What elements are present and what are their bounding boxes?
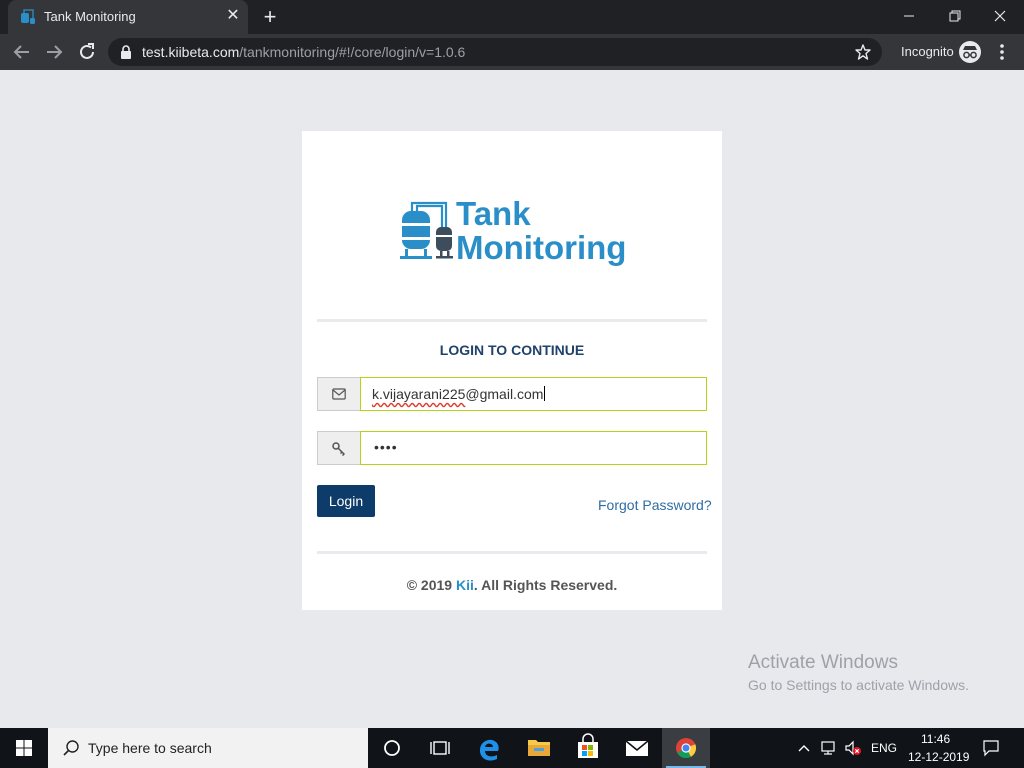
- browser-toolbar: test.kiibeta.com/tankmonitoring/#!/core/…: [0, 34, 1024, 70]
- logo-text-monitoring: Monitoring: [456, 229, 627, 266]
- notifications-icon[interactable]: [982, 739, 1000, 757]
- windows-start-icon[interactable]: [0, 728, 48, 768]
- address-bar[interactable]: test.kiibeta.com/tankmonitoring/#!/core/…: [108, 38, 882, 66]
- password-input-group: ••••: [317, 431, 707, 465]
- back-arrow-icon[interactable]: [10, 40, 34, 64]
- tank-monitoring-logo: Tank Monitoring: [396, 195, 636, 271]
- forgot-password-link[interactable]: Forgot Password?: [598, 497, 712, 513]
- minimize-icon[interactable]: [888, 4, 928, 28]
- language-indicator[interactable]: ENG: [871, 741, 897, 755]
- close-window-icon[interactable]: [980, 4, 1020, 28]
- envelope-icon: [332, 388, 346, 400]
- file-explorer-icon[interactable]: [515, 728, 563, 768]
- windows-taskbar: Type here to search ENG 11:46 12-12-2019: [0, 728, 1024, 768]
- clock-date[interactable]: 12-12-2019: [908, 750, 969, 764]
- incognito-icon[interactable]: [958, 40, 982, 64]
- tray-chevron-up-icon[interactable]: [796, 740, 812, 756]
- logo-text-tank: Tank: [456, 195, 531, 232]
- mail-icon[interactable]: [613, 728, 661, 768]
- email-addon: [317, 377, 360, 411]
- bottom-divider: [317, 551, 707, 554]
- url-text: test.kiibeta.com/tankmonitoring/#!/core/…: [142, 44, 466, 60]
- forward-arrow-icon[interactable]: [42, 40, 66, 64]
- tank-favicon-icon: [21, 9, 35, 24]
- tab-title: Tank Monitoring: [44, 9, 136, 24]
- tank-logo-icon: [398, 201, 454, 259]
- login-button[interactable]: Login: [317, 485, 375, 517]
- clock-time[interactable]: 11:46: [921, 732, 950, 746]
- reload-icon[interactable]: [75, 40, 99, 64]
- volume-muted-icon[interactable]: [844, 739, 862, 757]
- restore-icon[interactable]: [934, 4, 974, 28]
- network-icon[interactable]: [820, 739, 838, 757]
- tab-close-icon[interactable]: ✕: [224, 7, 242, 25]
- copyright-text: © 2019 Kii. All Rights Reserved.: [406, 577, 618, 593]
- new-tab-icon[interactable]: +: [258, 5, 282, 29]
- cortana-icon[interactable]: [368, 728, 416, 768]
- browser-menu-icon[interactable]: [994, 40, 1010, 64]
- email-input-group: k.vijayarani225@gmail.com: [317, 377, 707, 411]
- browser-tabbar: Tank Monitoring ✕ +: [0, 0, 1024, 34]
- password-value: ••••: [374, 439, 398, 455]
- activate-windows-title: Activate Windows: [748, 652, 898, 673]
- password-addon: [317, 431, 360, 465]
- activate-windows-subtitle: Go to Settings to activate Windows.: [748, 677, 969, 693]
- edge-browser-icon[interactable]: [466, 728, 514, 768]
- chrome-icon: [676, 738, 697, 759]
- incognito-label: Incognito: [901, 44, 954, 59]
- task-view-icon[interactable]: [416, 728, 464, 768]
- browser-tab[interactable]: Tank Monitoring ✕: [8, 0, 248, 34]
- password-field[interactable]: [360, 431, 707, 465]
- bookmark-star-icon[interactable]: [854, 43, 872, 61]
- key-icon: [332, 442, 346, 456]
- copyright-brand-link[interactable]: Kii: [456, 577, 474, 593]
- chrome-taskbar-button[interactable]: [662, 728, 710, 768]
- email-value: k.vijayarani225@gmail.com: [372, 386, 546, 402]
- top-divider: [317, 319, 707, 322]
- search-icon: [63, 740, 79, 756]
- login-card: Tank Monitoring LOGIN TO CONTINUE k.vija…: [302, 131, 722, 610]
- taskbar-search-placeholder: Type here to search: [88, 740, 212, 756]
- lock-icon: [121, 45, 131, 59]
- login-heading: LOGIN TO CONTINUE: [439, 342, 585, 358]
- store-icon[interactable]: [564, 728, 612, 768]
- taskbar-search-box[interactable]: Type here to search: [48, 728, 368, 768]
